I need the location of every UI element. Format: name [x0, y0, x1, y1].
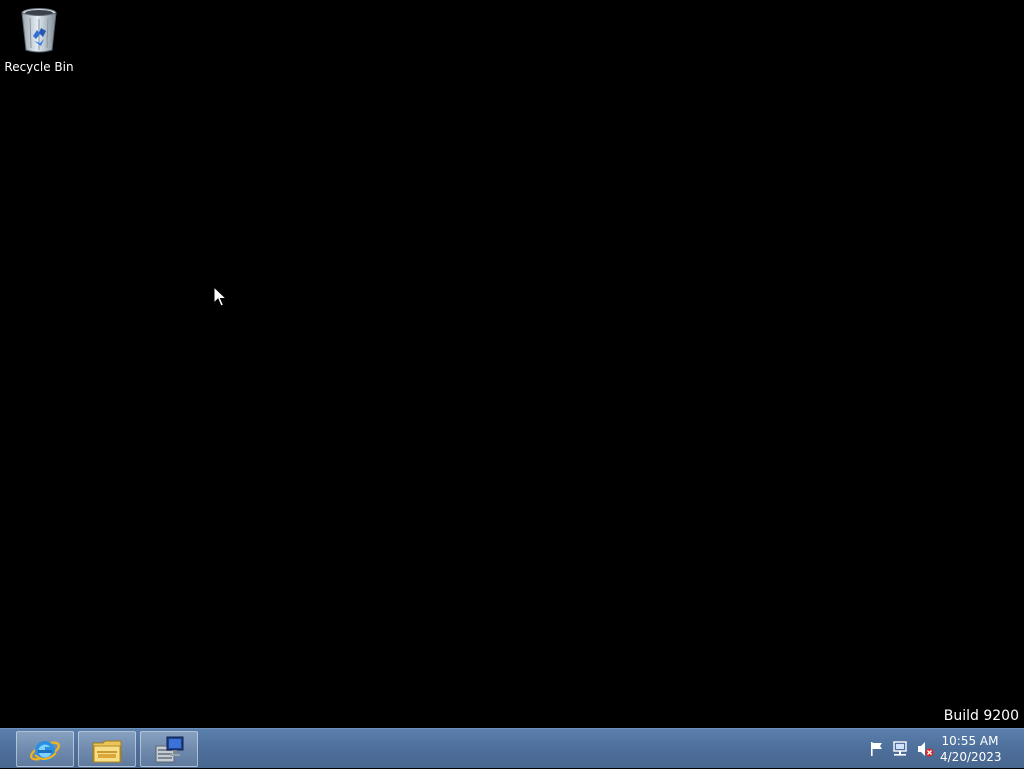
recycle-bin-icon [21, 8, 57, 53]
taskbar[interactable]: 10:55 AM 4/20/2023 [0, 728, 1024, 768]
volume-muted-icon[interactable] [916, 740, 934, 758]
recycle-bin-label: Recycle Bin [4, 60, 74, 74]
taskbar-internet-explorer-button[interactable] [16, 731, 74, 767]
taskbar-server-manager-button[interactable] [140, 731, 198, 767]
desktop[interactable]: Recycle Bin Build 9200 [0, 0, 1024, 728]
server-manager-icon [155, 736, 184, 763]
internet-explorer-icon [30, 741, 60, 761]
taskbar-file-explorer-button[interactable] [78, 731, 136, 767]
clock-date: 4/20/2023 [940, 750, 1002, 764]
mouse-pointer-icon [213, 286, 227, 307]
file-explorer-icon [92, 740, 122, 763]
recycle-bin-shortcut[interactable]: Recycle Bin [4, 4, 74, 76]
system-tray: 10:55 AM 4/20/2023 [854, 729, 1024, 769]
clock-time: 10:55 AM [941, 734, 999, 748]
build-watermark: Build 9200 [943, 708, 1019, 724]
taskbar-clock[interactable]: 10:55 AM 4/20/2023 [940, 733, 1002, 765]
network-icon[interactable] [892, 740, 910, 758]
action-center-flag-icon[interactable] [868, 740, 886, 758]
